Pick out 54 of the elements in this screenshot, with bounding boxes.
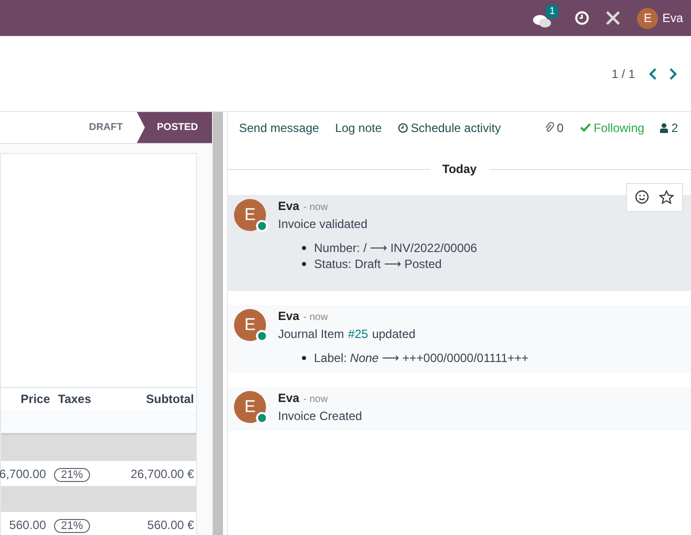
author-name[interactable]: Eva bbox=[278, 309, 300, 323]
message-body: Invoice validated bbox=[278, 217, 368, 231]
followers-button[interactable]: 2 bbox=[653, 120, 685, 134]
online-dot-icon bbox=[256, 412, 268, 424]
avatar: E bbox=[234, 309, 266, 341]
date-separator: Today bbox=[442, 162, 477, 176]
author-name[interactable]: Eva bbox=[278, 199, 300, 213]
previous-icon[interactable] bbox=[649, 68, 657, 80]
avatar: E bbox=[234, 391, 266, 423]
tracking-value: Number: / ⟶ INV/2022/00006 bbox=[314, 241, 478, 255]
bullet-icon bbox=[302, 246, 306, 250]
message-body: Invoice Created bbox=[278, 409, 362, 423]
person-icon bbox=[660, 122, 668, 132]
pager-value: 1 / 1 bbox=[612, 66, 635, 80]
smiley-icon[interactable] bbox=[635, 190, 649, 204]
message-body: Journal Item bbox=[278, 327, 344, 341]
message-time: - now bbox=[303, 312, 328, 323]
chat-icon[interactable] bbox=[533, 14, 552, 28]
record-link[interactable]: #25 bbox=[348, 327, 368, 341]
status-step[interactable]: POSTED bbox=[136, 112, 212, 143]
table-cell-text: 6,700.00 bbox=[1, 466, 47, 480]
table-cell-text: 560.00 € bbox=[146, 518, 195, 532]
tracking-value: Status: Draft ⟶ Posted bbox=[314, 257, 442, 271]
bullet-icon bbox=[302, 262, 306, 266]
chatter-button[interactable]: Send message bbox=[232, 120, 326, 134]
avatar: E bbox=[234, 199, 266, 231]
scrollbar[interactable] bbox=[212, 112, 223, 535]
table-cell-text: 560.00 bbox=[8, 518, 47, 532]
user-menu[interactable]: E Eva bbox=[637, 8, 683, 28]
message-time: - now bbox=[303, 394, 328, 405]
author-name[interactable]: Eva bbox=[278, 391, 300, 405]
column-header[interactable]: Subtotal bbox=[118, 392, 196, 406]
clock-icon[interactable] bbox=[575, 11, 590, 25]
table-cell-text: 26,700.00 € bbox=[130, 466, 195, 480]
tracking-value: Label: None ⟶ +++000/0000/01111+++ bbox=[314, 351, 529, 365]
online-dot-icon bbox=[256, 330, 268, 342]
chatter-button[interactable]: Log note bbox=[328, 120, 389, 134]
message-count-badge: 1 bbox=[546, 5, 558, 18]
tax-tag: 21% bbox=[54, 518, 90, 532]
paperclip-icon bbox=[544, 122, 554, 133]
star-icon[interactable] bbox=[659, 190, 674, 205]
message-body: updated bbox=[372, 327, 416, 341]
column-header[interactable]: Taxes bbox=[54, 392, 118, 406]
bullet-icon bbox=[302, 356, 306, 360]
online-dot-icon bbox=[256, 220, 268, 232]
message-time: - now bbox=[303, 202, 328, 213]
status-step[interactable]: DRAFT bbox=[74, 112, 137, 143]
chatter-button[interactable]: Schedule activity bbox=[390, 120, 508, 134]
column-header[interactable]: Price bbox=[1, 392, 54, 406]
check-icon bbox=[580, 123, 591, 132]
next-icon[interactable] bbox=[669, 68, 677, 80]
attachments-button[interactable]: 0 bbox=[538, 120, 571, 134]
tax-tag: 21% bbox=[54, 468, 90, 482]
clock-icon bbox=[398, 122, 408, 132]
